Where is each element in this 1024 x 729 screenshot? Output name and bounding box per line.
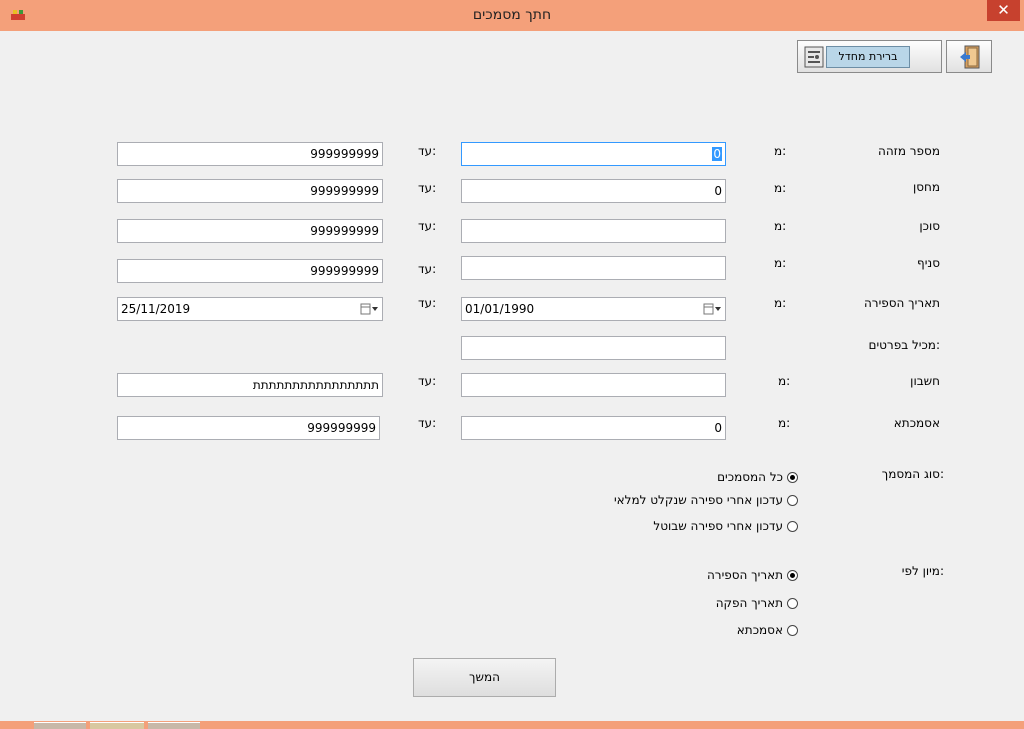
from-label: מ: — [774, 296, 787, 310]
id-number-label: מספר מזהה — [877, 144, 940, 158]
default-report-button[interactable]: ברירת מחדל — [797, 40, 942, 73]
exit-button[interactable] — [946, 40, 992, 73]
sort-by-option[interactable]: תאריך הספירה — [707, 566, 798, 584]
exit-door-icon — [960, 45, 980, 69]
to-label: עד: — [418, 296, 437, 310]
report-icon — [804, 46, 824, 68]
reference-to-input[interactable]: 999999999 — [117, 416, 380, 440]
doc-type-option-label: עדכון אחרי ספירה שבוטל — [653, 519, 783, 533]
warehouse-from-input[interactable]: 0 — [461, 179, 726, 203]
id-number-to-input[interactable]: 999999999 — [117, 142, 383, 166]
from-label: מ: — [774, 219, 787, 233]
taskbar-button[interactable] — [34, 722, 86, 729]
radio[interactable] — [787, 624, 798, 636]
calendar-icon[interactable] — [360, 303, 378, 315]
agent-label: סוכן — [919, 219, 940, 233]
radio-selected[interactable] — [787, 569, 798, 581]
to-label: עד: — [418, 181, 437, 195]
sort-by-label: מיון לפי: — [901, 564, 944, 578]
reference-label: אסמכתא — [893, 416, 940, 430]
to-label: עד: — [418, 144, 437, 158]
warehouse-label: מחסן — [912, 180, 940, 194]
agent-from-input[interactable] — [461, 219, 726, 243]
window-bottom-border — [0, 721, 1024, 729]
close-icon: ✕ — [997, 1, 1010, 19]
count-date-to-value: 25/11/2019 — [121, 302, 191, 316]
account-label: חשבון — [910, 374, 940, 388]
doc-type-option[interactable]: כל המסמכים — [717, 468, 798, 486]
radio[interactable] — [787, 494, 798, 506]
close-button[interactable]: ✕ — [987, 0, 1020, 21]
radio-selected[interactable] — [787, 471, 798, 483]
to-label: עד: — [418, 262, 437, 276]
from-label: מ: — [778, 374, 791, 388]
from-label: מ: — [774, 256, 787, 270]
account-from-input[interactable] — [461, 373, 726, 397]
count-date-to-picker[interactable]: 25/11/2019 — [117, 297, 383, 321]
radio[interactable] — [787, 520, 798, 532]
calendar-icon[interactable] — [703, 303, 721, 315]
to-label: עד: — [418, 416, 437, 430]
doc-type-option[interactable]: עדכון אחרי ספירה שבוטל — [653, 517, 798, 535]
branch-from-input[interactable] — [461, 256, 726, 280]
sort-by-option[interactable]: תאריך הפקה — [716, 594, 798, 612]
count-date-from-picker[interactable]: 01/01/1990 — [461, 297, 726, 321]
title-bar: חתך מסמכים ✕ — [0, 0, 1024, 31]
contains-in-details-input[interactable] — [461, 336, 726, 360]
doc-type-label: סוג המסמך: — [881, 467, 944, 481]
continue-button[interactable]: המשך — [413, 658, 556, 697]
branch-to-input[interactable]: 999999999 — [117, 259, 383, 283]
from-label: מ: — [774, 181, 787, 195]
sort-by-option-label: אסמכתא — [736, 623, 783, 637]
window-title: חתך מסמכים — [472, 7, 552, 23]
id-number-from-value: 0 — [712, 147, 722, 161]
account-to-input[interactable]: תתתתתתתתתתתתתתתת — [117, 373, 383, 397]
contains-in-details-label: מכיל בפרטים: — [868, 338, 941, 352]
from-label: מ: — [778, 416, 791, 430]
from-label: מ: — [774, 144, 787, 158]
sort-by-option-label: תאריך הספירה — [706, 568, 783, 582]
agent-to-input[interactable]: 999999999 — [117, 219, 383, 243]
default-report-label: ברירת מחדל — [826, 46, 910, 68]
to-label: עד: — [418, 219, 437, 233]
taskbar-button[interactable] — [90, 722, 144, 729]
id-number-from-input[interactable]: 0 — [461, 142, 726, 166]
doc-type-option-label: עדכון אחרי ספירה שנקלט למלאי — [613, 493, 783, 507]
count-date-from-value: 01/01/1990 — [465, 302, 535, 316]
doc-type-option-label: כל המסמכים — [717, 470, 783, 484]
warehouse-to-input[interactable]: 999999999 — [117, 179, 383, 203]
doc-type-option[interactable]: עדכון אחרי ספירה שנקלט למלאי — [614, 491, 798, 509]
reference-from-input[interactable]: 0 — [461, 416, 726, 440]
sort-by-option-label: תאריך הפקה — [715, 596, 783, 610]
sort-by-option[interactable]: אסמכתא — [737, 621, 798, 639]
to-label: עד: — [418, 374, 437, 388]
radio[interactable] — [787, 597, 798, 609]
branch-label: סניף — [917, 256, 940, 270]
count-date-label: תאריך הספירה — [863, 296, 940, 310]
taskbar-button[interactable] — [148, 722, 200, 729]
